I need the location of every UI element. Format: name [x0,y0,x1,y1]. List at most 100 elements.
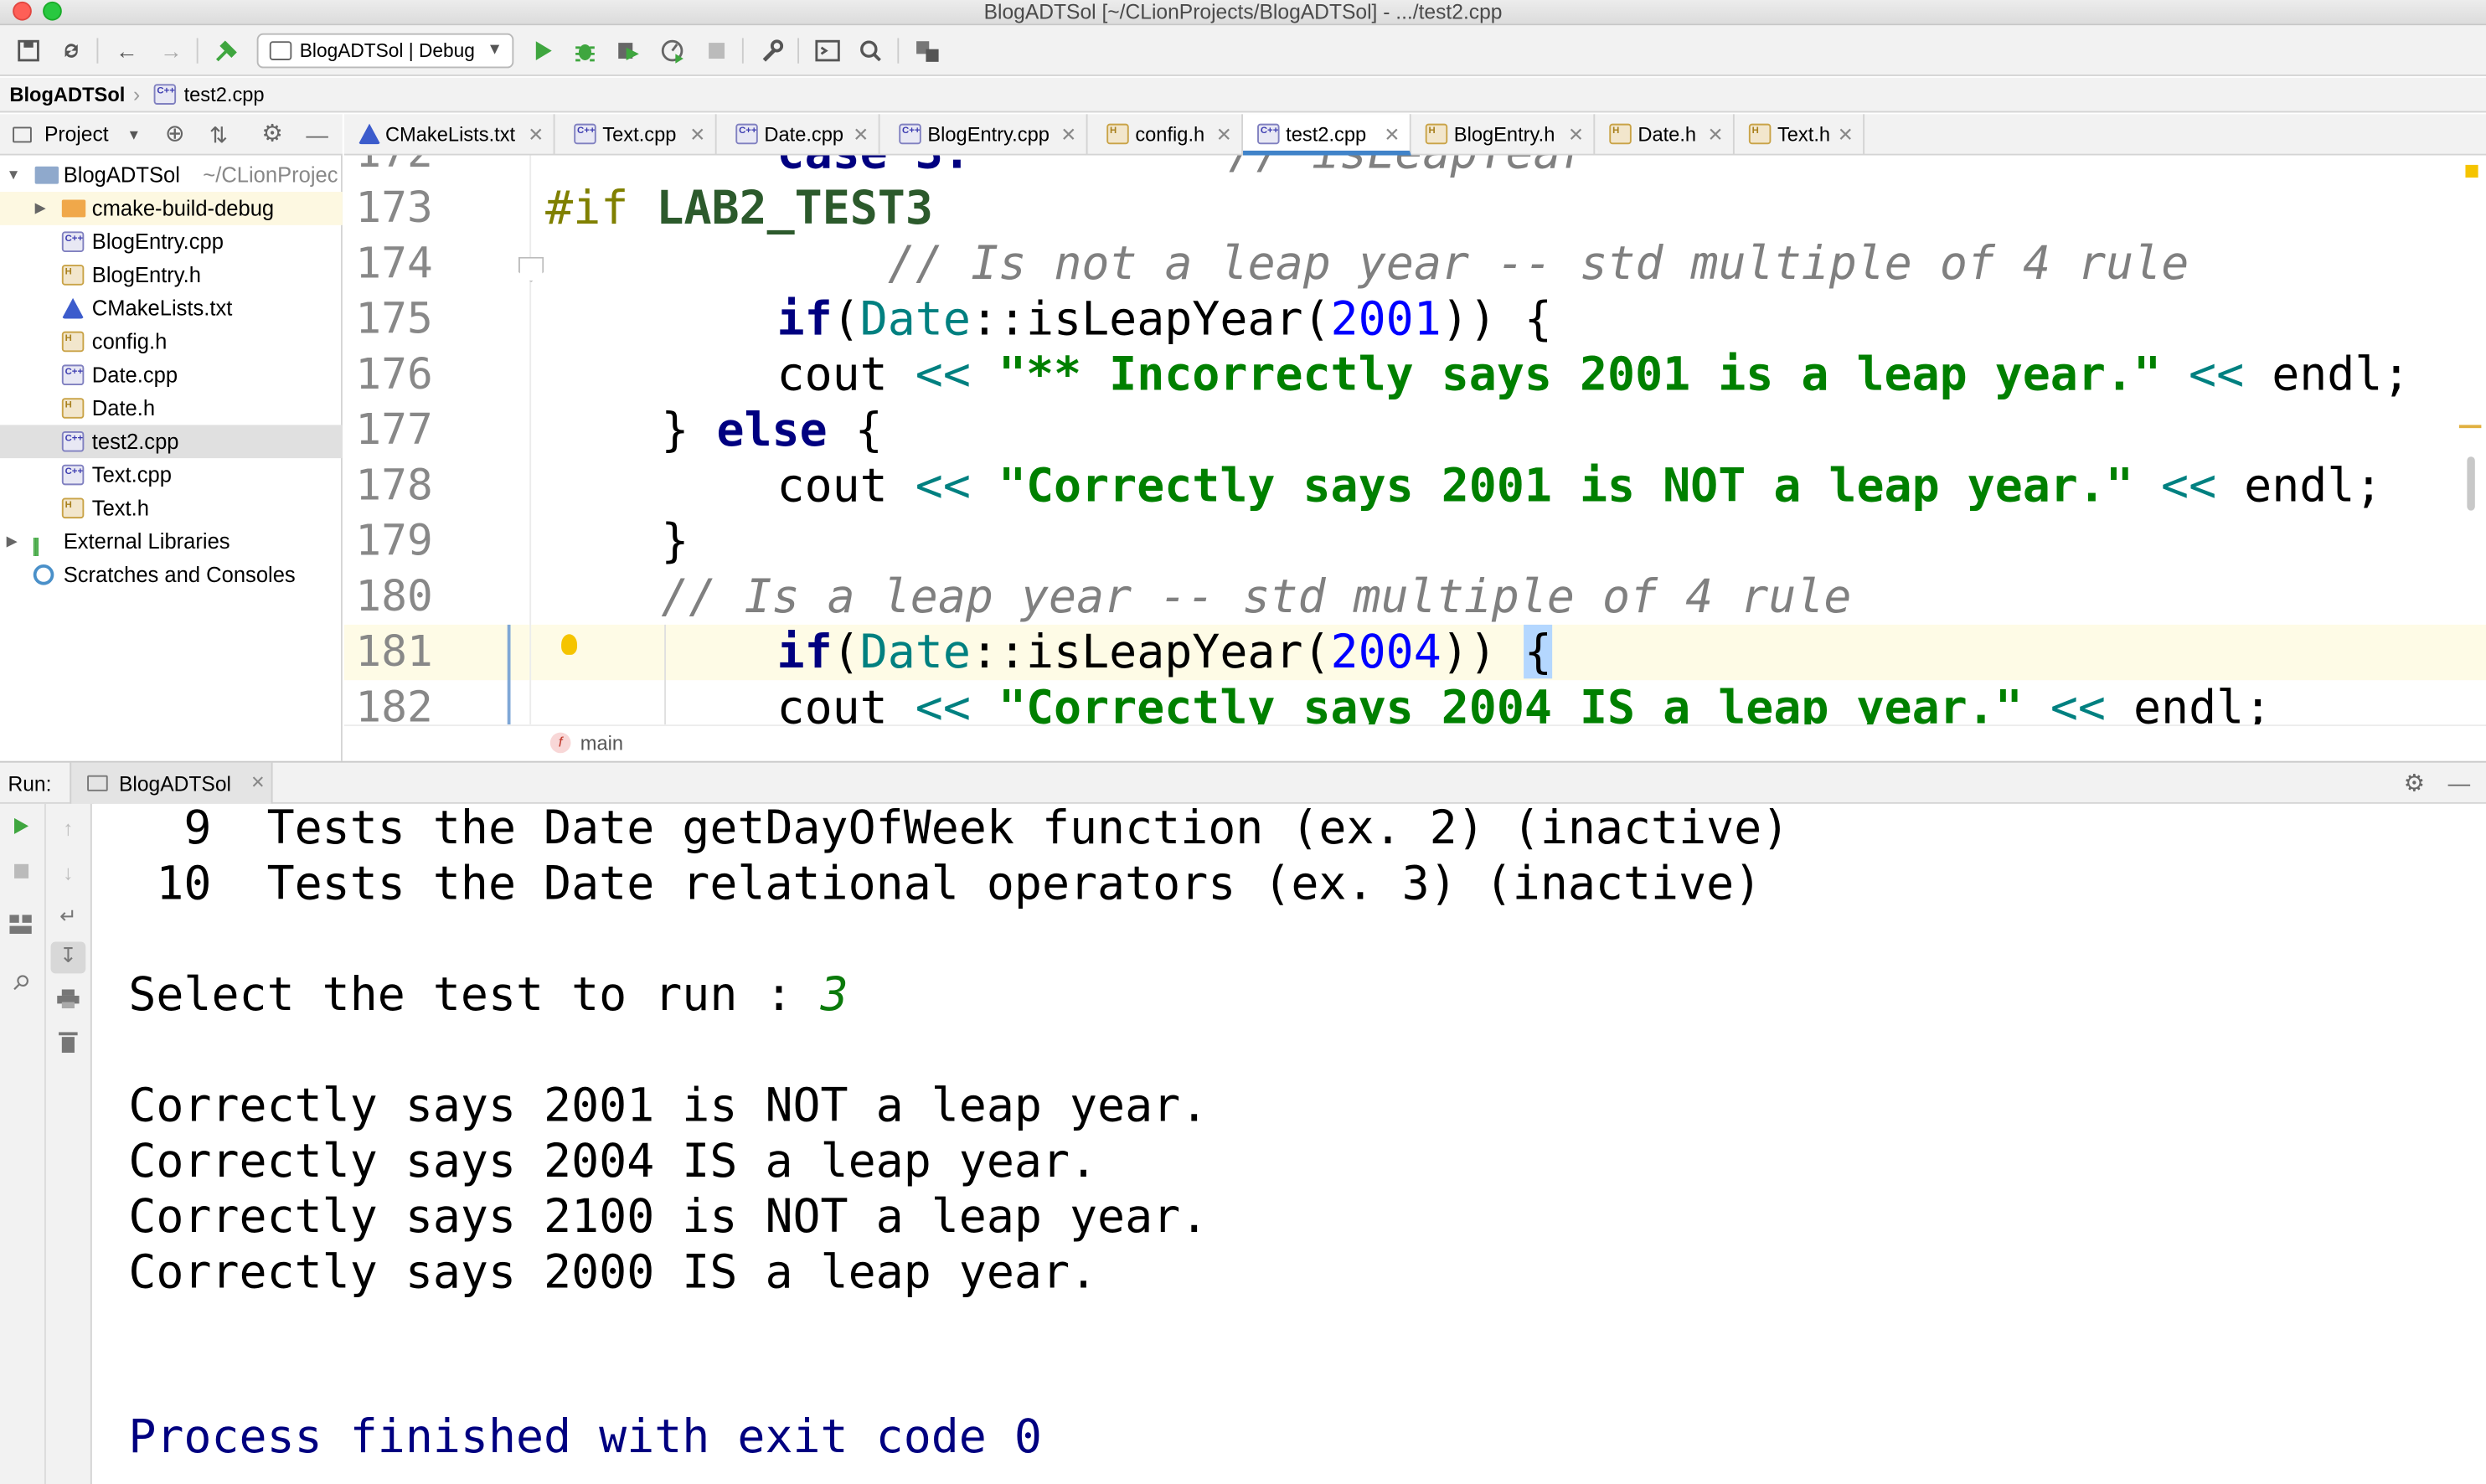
code-line-172: case 3: // isLeapYear [777,156,1589,181]
vcs-icon[interactable] [913,37,941,65]
console-line: Correctly says 2000 IS a leap year. [128,1244,1098,1299]
tree-item-blogentry-h[interactable]: H BlogEntry.h [0,259,343,292]
code-editor[interactable]: 172 173 174 175 176 177 178 179 180 181 … [343,155,2486,725]
keyword: if [776,291,833,346]
editor-tab-bar: CMakeLists.txt ✕ C++ Text.cpp ✕ C++ Date… [343,114,2486,156]
console-prompt-line: Select the test to run : 3 [128,967,848,1023]
save-icon[interactable] [14,37,43,65]
function-crumb[interactable]: main [580,726,623,763]
tree-item-scratches[interactable]: Scratches and Consoles [0,558,343,591]
tab-date-h[interactable]: H Date.h ✕ [1595,114,1735,156]
close-tab-icon[interactable]: ✕ [1384,114,1400,155]
header-file-icon: H [1106,123,1129,145]
code-line-176: cout << "** Incorrectly says 2001 is a l… [777,348,2411,403]
folder-icon [61,199,86,218]
run-with-coverage-icon[interactable] [614,37,642,65]
breadcrumb-project[interactable]: BlogADTSol [9,78,125,113]
tree-item-cmakelists[interactable]: CMakeLists.txt [0,291,343,325]
code-text: endl; [2216,458,2383,513]
folder-icon [34,166,59,184]
debug-bug-icon[interactable] [570,37,599,65]
scroll-up-icon[interactable]: ↑ [54,815,82,843]
tab-blogentry-h[interactable]: H BlogEntry.h ✕ [1411,114,1596,156]
settings-wrench-icon[interactable] [758,37,787,65]
run-console-output[interactable]: 9 Tests the Date getDayOfWeek function (… [93,801,2486,1484]
breadcrumb-file[interactable]: test2.cpp [184,78,265,113]
pin-icon[interactable]: ⚲ [1,963,41,1003]
close-tab-icon[interactable]: ✕ [1216,114,1232,155]
tree-item-cmake-build-debug[interactable]: ▶ cmake-build-debug [0,192,343,225]
tree-item-blogentry-cpp[interactable]: C++ BlogEntry.cpp [0,225,343,259]
rerun-icon[interactable] [7,815,35,843]
sync-icon[interactable] [57,37,85,65]
run-configuration-select[interactable]: BlogADTSol | Debug ▼ [256,33,514,69]
close-tab-icon[interactable]: ✕ [1060,114,1076,155]
close-tab-icon[interactable]: ✕ [689,114,705,155]
intention-bulb-icon[interactable] [561,634,578,655]
tab-test2-cpp[interactable]: C++ test2.cpp ✕ [1243,114,1411,156]
tab-date-cpp[interactable]: C++ Date.cpp ✕ [717,114,880,156]
stop-icon[interactable] [703,37,731,65]
tree-item-test2-cpp[interactable]: C++ test2.cpp [0,425,343,459]
build-hammer-icon[interactable] [213,37,241,65]
layout-icon[interactable] [7,913,35,941]
forward-arrow-icon[interactable]: → [157,37,185,65]
gear-icon[interactable]: ⚙ [2404,763,2425,806]
chevron-down-icon[interactable]: ▼ [126,114,141,155]
trash-icon[interactable] [54,1031,82,1059]
tab-text-cpp[interactable]: C++ Text.cpp ✕ [555,114,717,156]
close-tab-icon[interactable]: ✕ [1838,114,1854,155]
scroll-down-icon[interactable]: ↓ [54,859,82,888]
tree-root-blogadtsol[interactable]: ▼ BlogADTSol ~/CLionProjec [0,158,343,192]
code-text: )) [1441,624,1524,679]
fold-marker-icon[interactable] [518,256,544,282]
tree-item-config-h[interactable]: H config.h [0,325,343,358]
close-tab-icon[interactable]: ✕ [250,763,265,806]
close-tab-icon[interactable]: ✕ [528,114,544,155]
console-line: Correctly says 2004 IS a leap year. [128,1133,1098,1188]
warning-stripe-marker[interactable] [2465,164,2478,178]
soft-wrap-icon[interactable]: ↵ [54,902,82,930]
console-line: 10 Tests the Date relational operators (… [128,856,1762,910]
hide-panel-icon[interactable]: — [306,114,328,155]
collapse-all-icon[interactable]: ⇅ [209,114,228,155]
terminal-window-icon[interactable] [813,37,842,65]
run-tab-blogadtsol[interactable]: BlogADTSol ✕ [70,762,273,806]
print-icon[interactable] [54,987,82,1016]
tree-item-date-h[interactable]: H Date.h [0,392,343,425]
tab-text-h[interactable]: H Text.h ✕ [1735,114,1865,156]
locate-file-icon[interactable]: ⊕ [165,114,185,155]
scroll-to-end-icon[interactable]: ↧ [50,941,86,974]
tab-label: Date.h [1638,123,1697,147]
tree-item-text-cpp[interactable]: C++ Text.cpp [0,458,343,492]
close-tab-icon[interactable]: ✕ [1568,114,1584,155]
function-breadcrumb-bar: f main [343,724,2486,763]
run-icon[interactable] [528,37,556,65]
matched-brace: { [1524,624,1553,679]
error-stripe-marker[interactable] [2458,425,2482,429]
expand-arrow-icon[interactable]: ▶ [7,525,18,559]
tab-blogentry-cpp[interactable]: C++ BlogEntry.cpp ✕ [880,114,1088,156]
search-icon[interactable] [856,37,885,65]
run-configuration-icon [87,775,108,791]
close-tab-icon[interactable]: ✕ [853,114,869,155]
expand-arrow-icon[interactable]: ▼ [7,158,21,192]
operator: << [2050,680,2106,725]
close-tab-icon[interactable]: ✕ [1708,114,1724,155]
editor-scrollbar-thumb[interactable] [2467,456,2475,511]
tab-cmakelists[interactable]: CMakeLists.txt ✕ [344,114,555,156]
back-arrow-icon[interactable]: ← [112,37,141,65]
stop-icon[interactable] [7,859,35,888]
tree-item-external-libraries[interactable]: ▶ ||| External Libraries [0,525,343,559]
string: "Correctly says 2004 IS a leap year." [970,680,2050,725]
hide-panel-icon[interactable]: — [2448,763,2471,806]
expand-arrow-icon[interactable]: ▶ [35,192,46,225]
tab-config-h[interactable]: H config.h ✕ [1088,114,1244,156]
code-line-179: } [661,513,689,569]
profile-icon[interactable] [658,37,687,65]
gear-icon[interactable]: ⚙ [261,114,282,155]
project-view-label[interactable]: Project [44,114,109,155]
code-text: ::isLeapYear( [970,291,1331,346]
tree-item-date-cpp[interactable]: C++ Date.cpp [0,358,343,392]
tree-item-text-h[interactable]: H Text.h [0,492,343,525]
